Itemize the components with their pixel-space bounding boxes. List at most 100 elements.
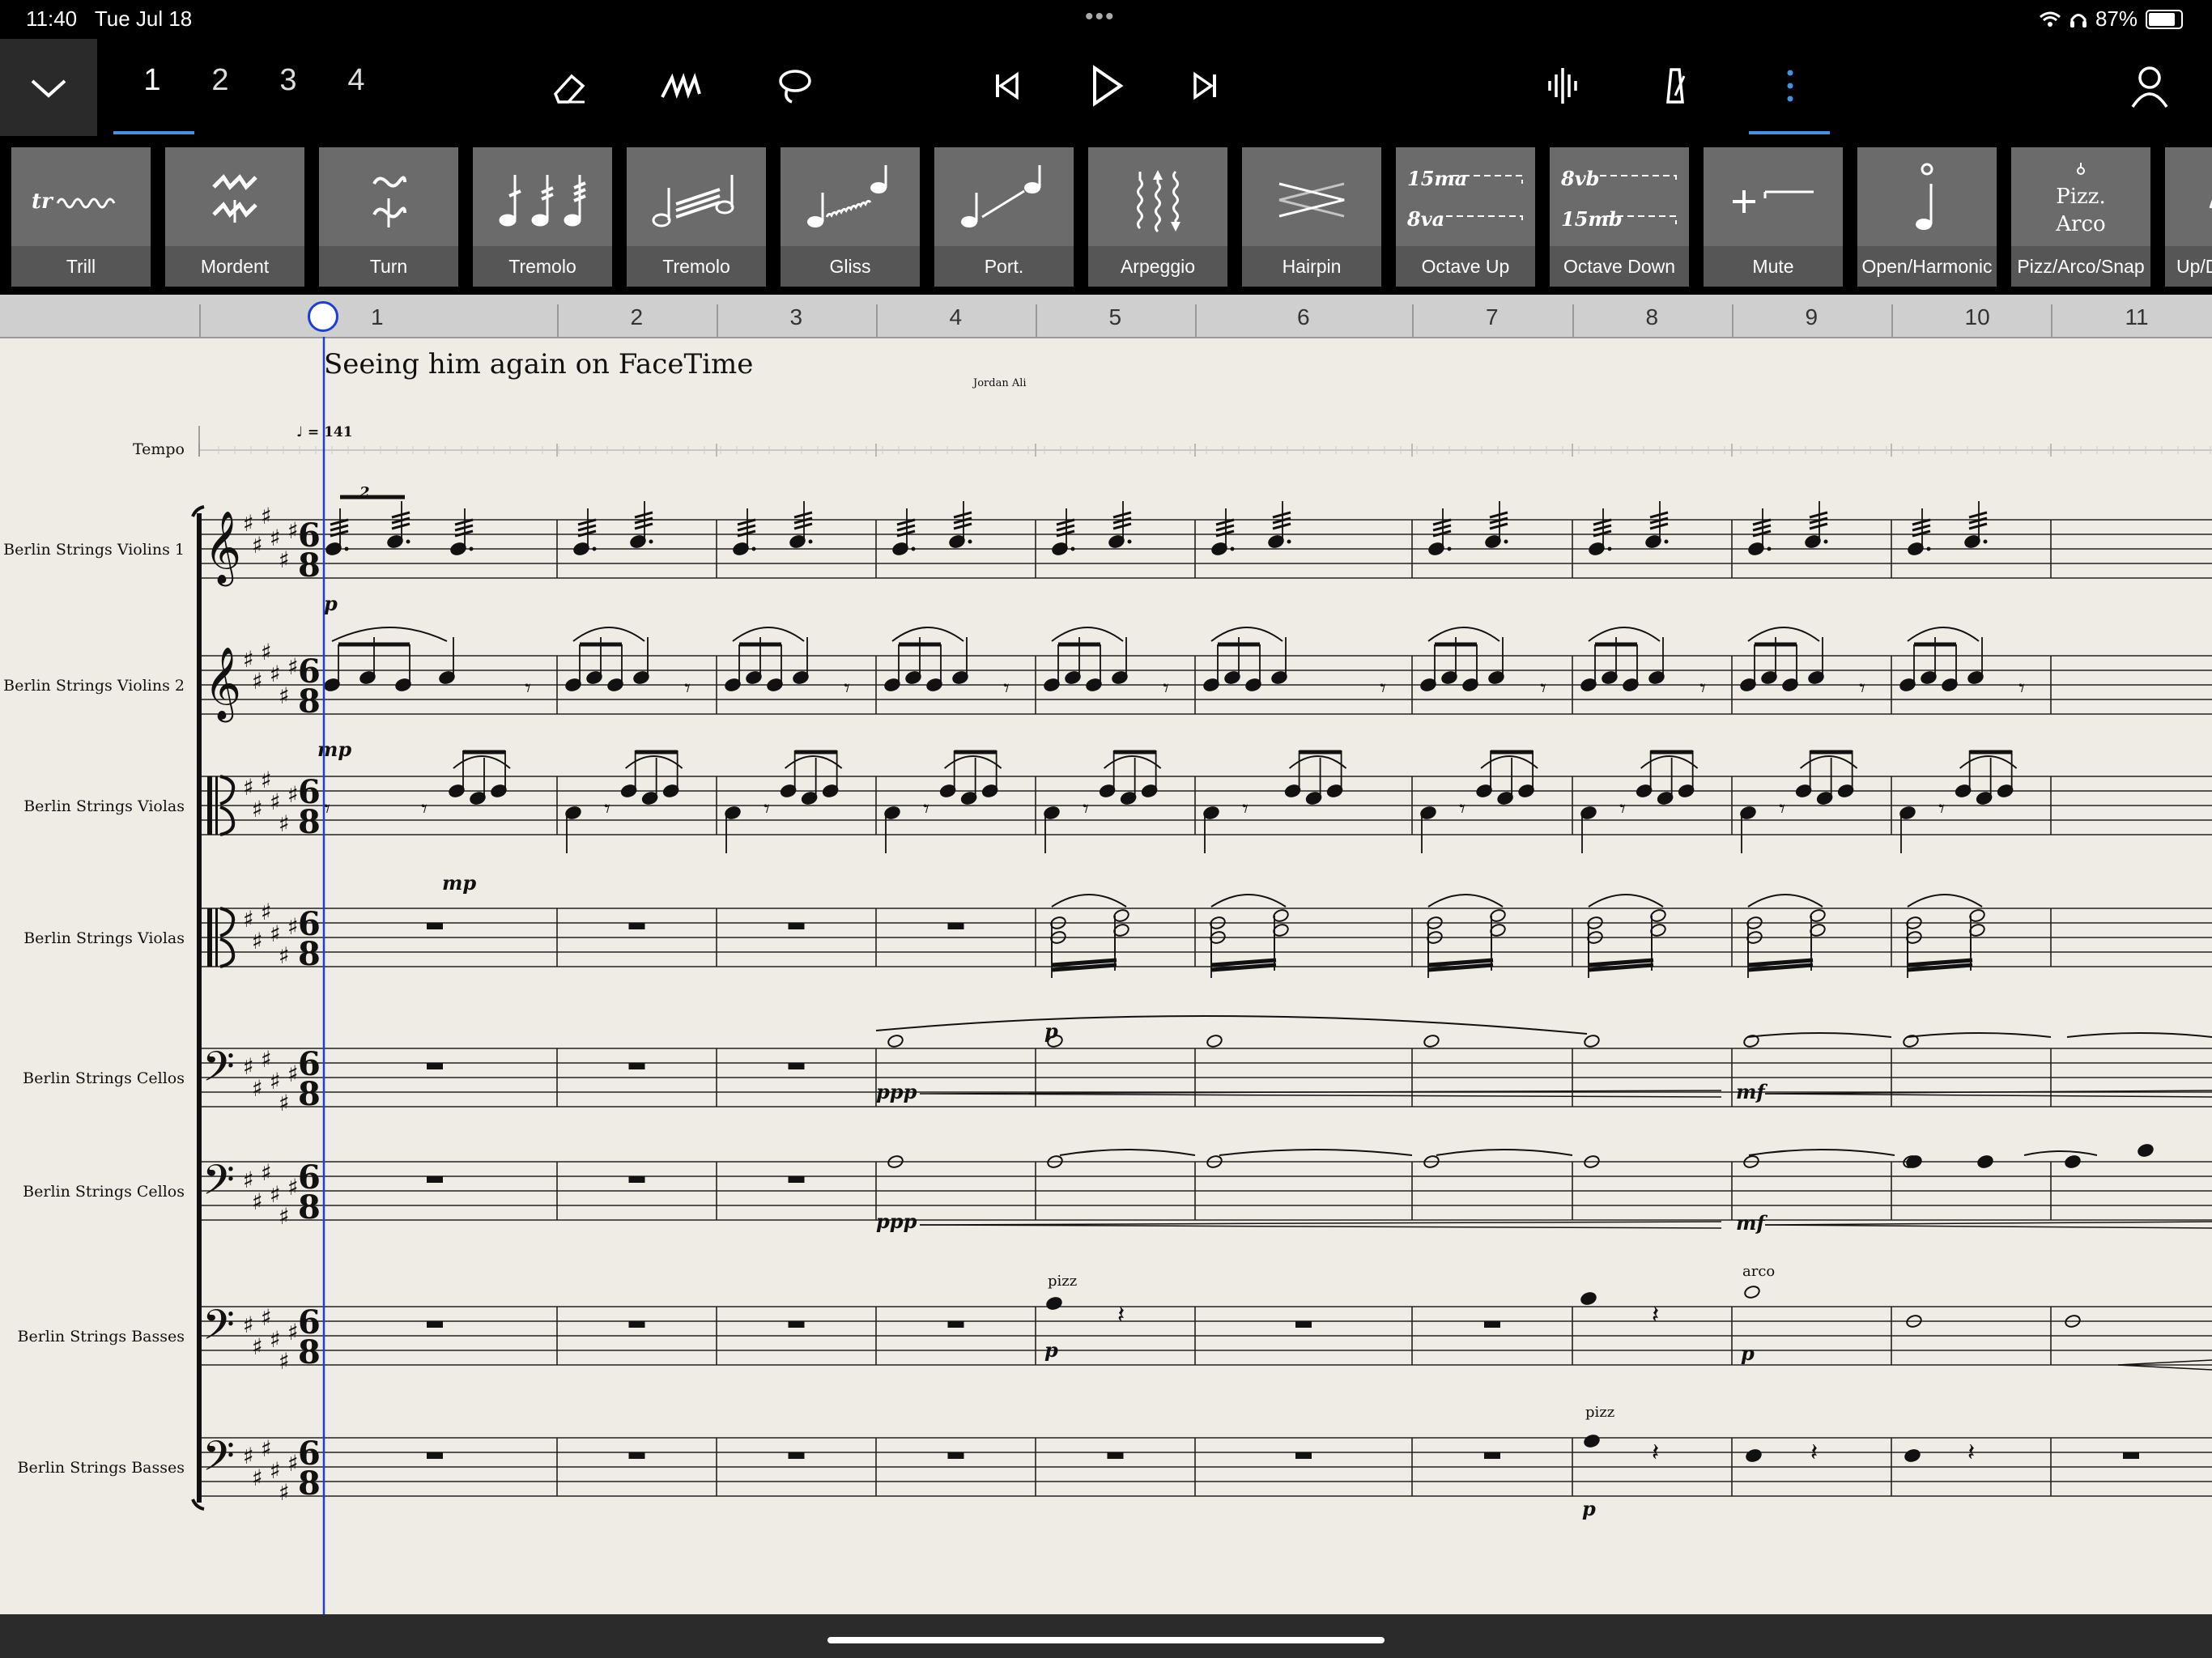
augmentation-dot [1823, 539, 1828, 544]
ruler-measure-number[interactable]: 3 [790, 304, 803, 330]
palette-mute[interactable]: Mute [1704, 147, 1843, 287]
slur [891, 627, 964, 642]
tremolo-slash [1272, 517, 1291, 525]
ruler-measure-number[interactable]: 10 [1965, 304, 1990, 330]
palette-tremolo-double[interactable]: Tremolo [627, 147, 766, 287]
play-icon[interactable] [1077, 62, 1134, 110]
whole-rest-icon [427, 923, 443, 929]
pen-scribble-icon[interactable] [654, 62, 711, 110]
collapse-button[interactable] [0, 39, 97, 136]
alto-clef-icon [207, 908, 212, 967]
ruler-measure-number[interactable]: 11 [2125, 304, 2149, 330]
eighth-rest-icon: 𝄾 [1859, 674, 1865, 703]
quarter-rest-icon: 𝄽 [1652, 1301, 1659, 1329]
skip-forward-icon[interactable] [1179, 62, 1236, 110]
tremolo-slash [634, 522, 653, 530]
augmentation-dot [1926, 546, 1931, 551]
key-signature-sharp: ♯ [252, 1188, 263, 1215]
voice-tab-4[interactable]: 4 [332, 63, 381, 98]
palette-arpeggio[interactable]: Arpeggio [1088, 147, 1227, 287]
score-notation[interactable]: 𝄞 ♯♯♯♯♯♯ 68𝄞 ♯♯♯♯♯♯ 68♯♯♯♯♯♯ 68♯♯♯♯♯♯ 68𝄢 ♯♯♯♯♯… [0, 337, 2212, 1614]
tremolo-slash [737, 524, 756, 532]
palette-open-harmonic[interactable]: Open/Harmonic [1857, 147, 1997, 287]
tremolo-slash [330, 524, 349, 532]
waveform-icon[interactable] [1535, 62, 1592, 110]
ruler-tick [876, 304, 878, 337]
ruler-measure-number[interactable]: 2 [631, 304, 644, 330]
eighth-rest-icon: 𝄾 [1459, 795, 1465, 823]
time-signature-denominator: 8 [298, 1465, 321, 1503]
tremolo-slash [1272, 511, 1291, 519]
main-toolbar: 1 2 3 4 [0, 39, 2212, 136]
home-indicator[interactable] [827, 1637, 1385, 1643]
palette-label: Arpeggio [1088, 246, 1227, 287]
palette-tremolo-single[interactable]: Tremolo [473, 147, 612, 287]
key-signature-sharp: ♯ [287, 1061, 299, 1087]
eraser-icon[interactable] [539, 62, 596, 110]
ruler-tick [199, 304, 201, 337]
account-icon[interactable] [2121, 62, 2178, 110]
slur [1436, 1149, 1573, 1156]
bass-clef-icon: 𝄢 [202, 1155, 235, 1214]
tremolo-slash [1968, 511, 1988, 519]
key-signature-sharp: ♯ [279, 1479, 290, 1506]
svg-text:8vb: 8vb [1560, 167, 1599, 190]
tuplet-number: 2 [359, 484, 370, 501]
eighth-rest-icon: 𝄾 [1380, 674, 1386, 703]
hairpin [1764, 1221, 2212, 1226]
palette-label: Hairpin [1242, 246, 1381, 287]
slur [1747, 1032, 1892, 1038]
playhead-handle[interactable] [308, 301, 338, 332]
time-signature-denominator: 8 [298, 546, 321, 585]
skip-back-icon[interactable] [976, 62, 1033, 110]
key-signature-sharp: ♯ [279, 546, 290, 573]
slur [1059, 1149, 1196, 1156]
ruler-measure-number[interactable]: 6 [1297, 304, 1310, 330]
dynamic-marking: mp [442, 871, 476, 895]
note-head [1423, 1035, 1440, 1048]
palette-trill[interactable]: tr Trill [11, 147, 151, 287]
note-head [1580, 1292, 1597, 1305]
ruler-measure-number[interactable]: 8 [1646, 304, 1659, 330]
time-signature-denominator: 8 [298, 682, 321, 721]
palette-portamento[interactable]: Port. [934, 147, 1074, 287]
ruler-measure-number[interactable]: 5 [1109, 304, 1122, 330]
metronome-icon[interactable] [1647, 62, 1704, 110]
palette-gliss[interactable]: Gliss [781, 147, 920, 287]
augmentation-dot [1504, 539, 1508, 544]
palette-octave-down[interactable]: 8vb 15mb Octave Down [1550, 147, 1689, 287]
note-head [2138, 1144, 2154, 1157]
eighth-rest-icon: 𝄾 [1163, 674, 1169, 703]
palette-label: Mute [1704, 246, 1843, 287]
voice-tab-3[interactable]: 3 [264, 63, 313, 98]
lasso-icon[interactable] [766, 62, 823, 110]
tremolo-slash [1056, 529, 1075, 538]
tremolo-slash [1432, 529, 1452, 538]
ruler-measure-number[interactable]: 4 [950, 304, 963, 330]
palette-hairpin[interactable]: Hairpin [1242, 147, 1381, 287]
palette-up-down-bow[interactable]: Up/Do [2165, 147, 2212, 287]
tremolo-slash [1112, 517, 1132, 525]
eighth-rest-icon: 𝄾 [525, 674, 531, 703]
ruler-measure-number[interactable]: 1 [371, 304, 384, 330]
voice-tab-1[interactable]: 1 [128, 63, 177, 98]
trill-icon: tr [11, 155, 151, 244]
more-vertical-icon[interactable] [1762, 62, 1819, 110]
voice-tab-2[interactable]: 2 [196, 63, 245, 98]
dynamic-marking: ppp [876, 1209, 917, 1233]
key-signature-sharp: ♯ [252, 532, 263, 559]
tremolo-slash [330, 518, 349, 526]
dynamic-marking: p [1044, 1019, 1058, 1043]
palette-mordent[interactable]: Mordent [165, 147, 304, 287]
palette-octave-up[interactable]: 15ma 8va Octave Up [1396, 147, 1535, 287]
ruler-measure-number[interactable]: 9 [1806, 304, 1819, 330]
tremolo-slash [1056, 518, 1075, 526]
palette-turn[interactable]: Turn [319, 147, 458, 287]
palette-pizz-arco-snap[interactable]: Pizz. Arco Pizz/Arco/Snap [2011, 147, 2150, 287]
ruler-measure-number[interactable]: 7 [1486, 304, 1499, 330]
hairpin [919, 1224, 1722, 1229]
score-canvas[interactable]: Seeing him again on FaceTime Jordan Ali … [0, 337, 2212, 1614]
bass-clef-icon: 𝄢 [202, 1431, 235, 1490]
dynamic-marking: p [1044, 1338, 1058, 1362]
multitask-dots-icon[interactable]: ••• [1085, 3, 1116, 31]
